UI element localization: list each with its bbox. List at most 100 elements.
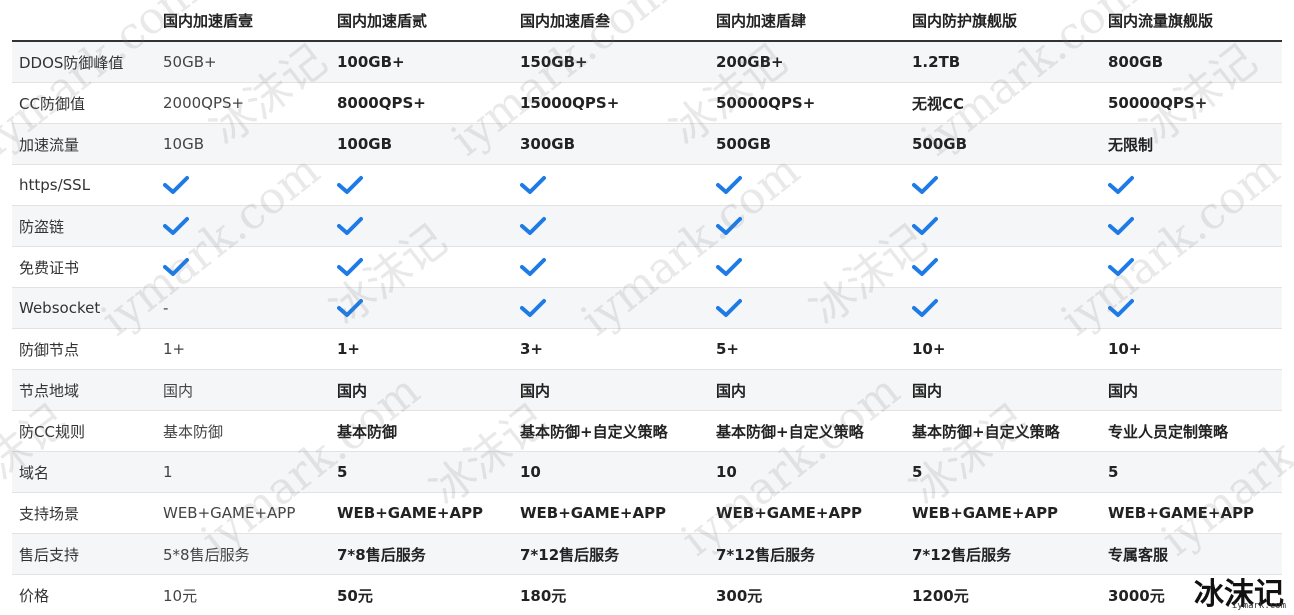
table-cell: 100GB+ bbox=[330, 41, 513, 83]
row-label: 防御节点 bbox=[12, 329, 156, 370]
row-label: 防CC规则 bbox=[12, 411, 156, 452]
check-icon bbox=[520, 175, 709, 195]
check-cell bbox=[1101, 165, 1282, 206]
row-label: 域名 bbox=[12, 452, 156, 493]
table-cell: 专业人员定制策略 bbox=[1101, 411, 1282, 452]
table-cell: 5+ bbox=[709, 329, 905, 370]
table-cell: 专属客服 bbox=[1101, 534, 1282, 575]
table-cell: 1 bbox=[156, 452, 330, 493]
table-row: 价格10元50元180元300元1200元3000元 bbox=[12, 575, 1282, 615]
table-cell: 5 bbox=[1101, 452, 1282, 493]
check-cell bbox=[1101, 247, 1282, 288]
table-cell: 国内 bbox=[709, 370, 905, 411]
table-cell: 5 bbox=[330, 452, 513, 493]
table-row: 加速流量10GB100GB300GB500GB500GB无限制 bbox=[12, 124, 1282, 165]
check-cell bbox=[709, 206, 905, 247]
table-cell: 50元 bbox=[330, 575, 513, 615]
check-icon bbox=[912, 216, 1101, 236]
table-cell: 基本防御+自定义策略 bbox=[709, 411, 905, 452]
table-row: 免费证书 bbox=[12, 247, 1282, 288]
check-icon bbox=[716, 257, 905, 277]
table-row: 域名15101055 bbox=[12, 452, 1282, 493]
table-cell: 无限制 bbox=[1101, 124, 1282, 165]
check-cell bbox=[330, 165, 513, 206]
table-cell: 800GB bbox=[1101, 41, 1282, 83]
table-cell: 10+ bbox=[1101, 329, 1282, 370]
table-cell: WEB+GAME+APP bbox=[156, 493, 330, 534]
table-cell: 500GB bbox=[709, 124, 905, 165]
table-cell: 基本防御 bbox=[156, 411, 330, 452]
check-cell bbox=[156, 165, 330, 206]
row-label: 免费证书 bbox=[12, 247, 156, 288]
check-icon bbox=[716, 175, 905, 195]
table-cell: 8000QPS+ bbox=[330, 83, 513, 124]
table-row: 售后支持5*8售后服务7*8售后服务7*12售后服务7*12售后服务7*12售后… bbox=[12, 534, 1282, 575]
check-icon bbox=[520, 216, 709, 236]
table-cell: 国内 bbox=[1101, 370, 1282, 411]
table-cell: 国内 bbox=[513, 370, 709, 411]
table-cell: 5*8售后服务 bbox=[156, 534, 330, 575]
check-cell bbox=[905, 206, 1101, 247]
check-icon bbox=[163, 257, 330, 277]
table-cell: 1+ bbox=[330, 329, 513, 370]
table-cell: 15000QPS+ bbox=[513, 83, 709, 124]
row-label: https/SSL bbox=[12, 165, 156, 206]
check-icon bbox=[520, 298, 709, 318]
check-icon bbox=[337, 216, 513, 236]
table-cell: 300元 bbox=[709, 575, 905, 615]
table-cell: 300GB bbox=[513, 124, 709, 165]
table-cell: 7*12售后服务 bbox=[905, 534, 1101, 575]
check-icon bbox=[1108, 298, 1282, 318]
table-cell: WEB+GAME+APP bbox=[330, 493, 513, 534]
table-cell: 基本防御+自定义策略 bbox=[905, 411, 1101, 452]
check-icon bbox=[337, 257, 513, 277]
check-cell bbox=[905, 288, 1101, 329]
table-row: Websocket- bbox=[12, 288, 1282, 329]
check-cell bbox=[513, 288, 709, 329]
table-cell: 2000QPS+ bbox=[156, 83, 330, 124]
check-icon bbox=[1108, 257, 1282, 277]
table-row: https/SSL bbox=[12, 165, 1282, 206]
column-header: 国内流量旗舰版 bbox=[1101, 0, 1282, 41]
column-header: 国内防护旗舰版 bbox=[905, 0, 1101, 41]
table-row: 节点地域国内国内国内国内国内国内 bbox=[12, 370, 1282, 411]
check-cell bbox=[330, 206, 513, 247]
table-cell: 50000QPS+ bbox=[709, 83, 905, 124]
table-cell: 500GB bbox=[905, 124, 1101, 165]
check-icon bbox=[1108, 216, 1282, 236]
table-cell: 10GB bbox=[156, 124, 330, 165]
column-header: 国内加速盾贰 bbox=[330, 0, 513, 41]
check-icon bbox=[912, 257, 1101, 277]
row-label: DDOS防御峰值 bbox=[12, 41, 156, 83]
table-cell: 国内 bbox=[156, 370, 330, 411]
table-row: 防盗链 bbox=[12, 206, 1282, 247]
check-icon bbox=[520, 257, 709, 277]
table-cell: 180元 bbox=[513, 575, 709, 615]
check-cell bbox=[330, 247, 513, 288]
table-cell: 国内 bbox=[905, 370, 1101, 411]
table-cell: 100GB bbox=[330, 124, 513, 165]
check-cell bbox=[513, 247, 709, 288]
column-header: 国内加速盾壹 bbox=[156, 0, 330, 41]
check-cell bbox=[709, 247, 905, 288]
table-cell: 10 bbox=[513, 452, 709, 493]
check-icon bbox=[163, 216, 330, 236]
check-icon bbox=[912, 175, 1101, 195]
check-icon bbox=[912, 298, 1101, 318]
row-label: 加速流量 bbox=[12, 124, 156, 165]
table-cell: 1.2TB bbox=[905, 41, 1101, 83]
check-cell bbox=[513, 165, 709, 206]
table-row: 防御节点1+1+3+5+10+10+ bbox=[12, 329, 1282, 370]
check-icon bbox=[337, 175, 513, 195]
table-cell: 7*12售后服务 bbox=[513, 534, 709, 575]
row-label: CC防御值 bbox=[12, 83, 156, 124]
table-cell: - bbox=[156, 288, 330, 329]
check-cell bbox=[330, 288, 513, 329]
check-cell bbox=[1101, 288, 1282, 329]
header-row: 国内加速盾壹 国内加速盾贰 国内加速盾叁 国内加速盾肆 国内防护旗舰版 国内流量… bbox=[12, 0, 1282, 41]
table-cell: 基本防御 bbox=[330, 411, 513, 452]
column-header: 国内加速盾肆 bbox=[709, 0, 905, 41]
logo-subtext: iymark.com bbox=[1232, 601, 1286, 611]
table-cell: 7*8售后服务 bbox=[330, 534, 513, 575]
check-icon bbox=[163, 175, 330, 195]
